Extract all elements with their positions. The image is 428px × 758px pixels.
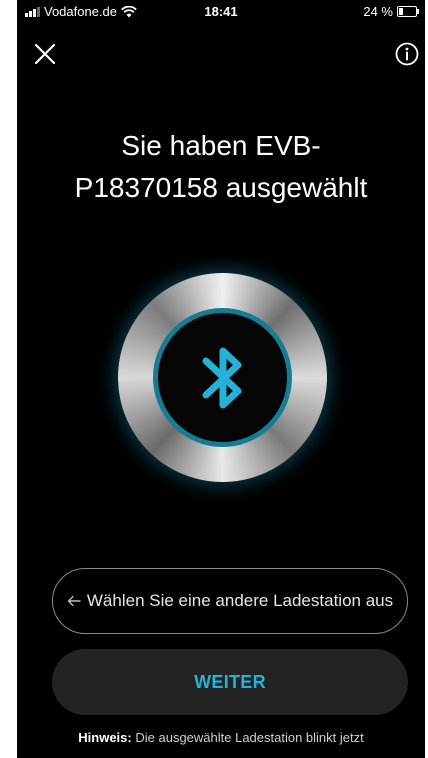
battery-percent: 24 %: [363, 4, 393, 19]
arrow-left-icon: [67, 595, 81, 607]
close-icon: [34, 43, 56, 65]
close-button[interactable]: [29, 38, 61, 70]
status-right: 24 %: [363, 4, 419, 19]
bluetooth-core: [153, 308, 292, 447]
hint-label: Hinweis:: [78, 730, 132, 745]
hint-message: Die ausgewählte Ladestation blinkt jetzt: [135, 730, 364, 745]
hint-text: Hinweis: Die ausgewählte Ladestation bli…: [17, 730, 425, 745]
choose-other-station-label: Wählen Sie eine andere Ladestation aus: [86, 591, 394, 610]
page-title: Sie haben EVB- P18370158 ausgewählt: [37, 125, 405, 209]
choose-other-station-button[interactable]: Wählen Sie eine andere Ladestation aus: [52, 568, 408, 634]
info-icon: [395, 42, 419, 66]
page-title-line1: Sie haben EVB-: [121, 130, 321, 161]
battery-icon: [397, 6, 419, 17]
bluetooth-indicator: [93, 248, 352, 507]
page-title-line2: P18370158 ausgewählt: [74, 172, 368, 203]
status-bar: Vodafone.de 18:41 24 %: [17, 0, 425, 24]
bluetooth-icon: [202, 347, 241, 408]
next-button[interactable]: WEITER: [52, 649, 408, 715]
info-button[interactable]: [391, 38, 423, 70]
next-button-label: WEITER: [194, 671, 266, 692]
app-screen: Vodafone.de 18:41 24 % Sie haben EVB- P1…: [17, 0, 425, 758]
